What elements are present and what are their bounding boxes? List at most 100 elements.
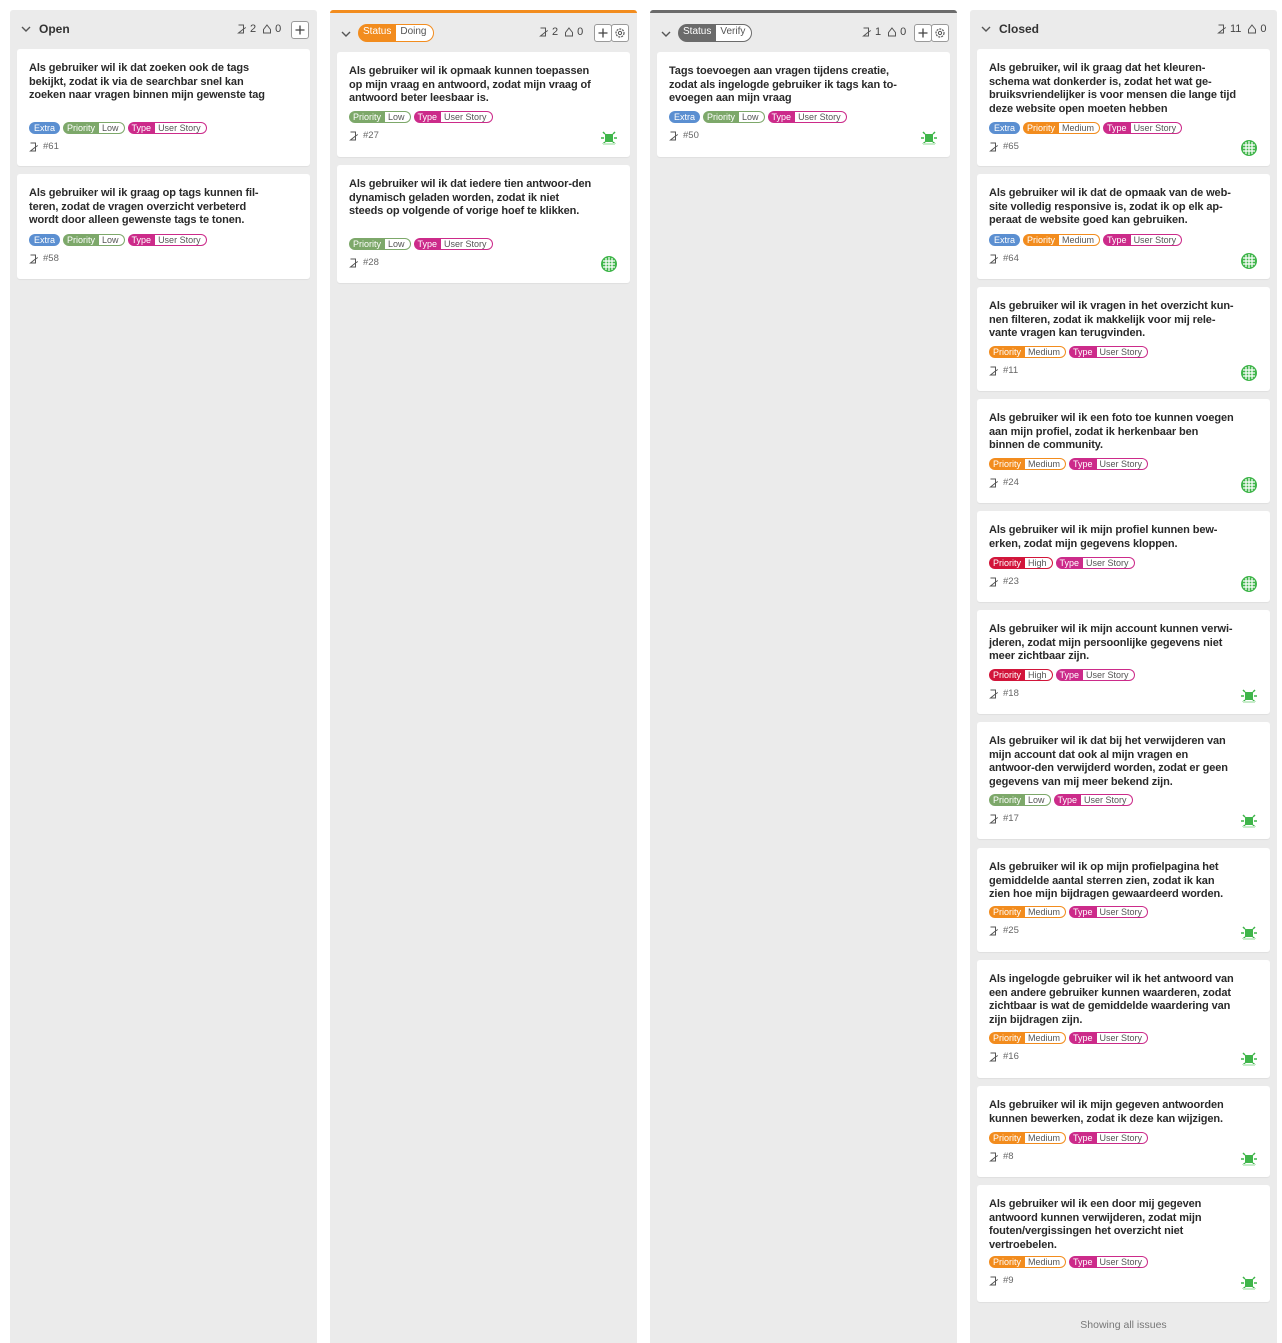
issue-number[interactable]: #18 (1003, 688, 1019, 699)
issue-number[interactable]: #8 (1003, 1151, 1014, 1162)
issue-card[interactable]: Als gebruiker, wil ik graag dat het kleu… (977, 49, 1270, 166)
label-type[interactable]: Type User Story (127, 234, 207, 246)
issue-card[interactable]: Tags toevoegen aan vragen tijdens creati… (657, 52, 950, 157)
assignee-avatar[interactable] (1240, 252, 1258, 270)
label-type[interactable]: Type User Story (767, 111, 847, 123)
label-type[interactable]: Type User Story (1103, 234, 1183, 246)
issue-card[interactable]: Als gebruiker wil ik een foto toe kunnen… (977, 399, 1270, 503)
card-title[interactable]: Als gebruiker wil ik mijn account kunnen… (989, 623, 1236, 664)
issue-card[interactable]: Als gebruiker wil ik op mijn profielpagi… (977, 848, 1270, 952)
issue-card[interactable]: Als gebruiker wil ik mijn account kunnen… (977, 610, 1270, 714)
card-title[interactable]: Als gebruiker wil ik dat zoeken ook de t… (29, 62, 276, 103)
label-priority[interactable]: Priority Low (349, 238, 411, 250)
label-priority[interactable]: Priority Medium (989, 1132, 1067, 1144)
issue-number[interactable]: #17 (1003, 813, 1019, 824)
card-title[interactable]: Als gebruiker wil ik op mijn profielpagi… (989, 861, 1236, 902)
issue-number[interactable]: #27 (363, 130, 379, 141)
label-extra[interactable]: Extra (989, 234, 1021, 246)
label-type[interactable]: Type User Story (1069, 458, 1149, 470)
label-priority[interactable]: Priority Medium (989, 458, 1067, 470)
add-issue-button[interactable] (914, 24, 932, 42)
assignee-avatar[interactable] (1240, 1050, 1258, 1068)
assignee-avatar[interactable] (920, 129, 938, 147)
card-title[interactable]: Als gebruiker wil ik dat de opmaak van d… (989, 187, 1236, 228)
label-priority[interactable]: Priority High (989, 557, 1053, 569)
label-extra[interactable]: Extra (669, 111, 701, 123)
assignee-avatar[interactable] (1240, 139, 1258, 157)
label-priority[interactable]: Priority Medium (989, 906, 1067, 918)
issue-number[interactable]: #58 (43, 253, 59, 264)
assignee-avatar[interactable] (1240, 687, 1258, 705)
label-priority[interactable]: Priority Low (63, 234, 125, 246)
card-title[interactable]: Als gebruiker wil ik graag op tags kunne… (29, 187, 276, 228)
assignee-avatar[interactable] (600, 255, 618, 273)
issue-number[interactable]: #9 (1003, 1275, 1014, 1286)
label-priority[interactable]: Priority Medium (989, 1256, 1067, 1268)
issue-number[interactable]: #25 (1003, 925, 1019, 936)
card-title[interactable]: Als gebruiker wil ik vragen in het overz… (989, 300, 1236, 341)
label-priority[interactable]: Priority Medium (989, 346, 1067, 358)
card-title[interactable]: Als ingelogde gebruiker wil ik het antwo… (989, 973, 1236, 1027)
label-type[interactable]: Type User Story (1053, 794, 1133, 806)
label-type[interactable]: Type User Story (1069, 906, 1149, 918)
issue-number[interactable]: #50 (683, 130, 699, 141)
label-type[interactable]: Type User Story (1069, 346, 1149, 358)
issue-number[interactable]: #16 (1003, 1051, 1019, 1062)
add-issue-button[interactable] (594, 24, 612, 42)
issue-card[interactable]: Als ingelogde gebruiker wil ik het antwo… (977, 960, 1270, 1078)
label-extra[interactable]: Extra (989, 122, 1021, 134)
chevron-down-icon[interactable] (340, 28, 352, 40)
label-type[interactable]: Type User Story (413, 111, 493, 123)
card-title[interactable]: Als gebruiker wil ik mijn gegeven antwoo… (989, 1099, 1236, 1126)
label-extra[interactable]: Extra (29, 122, 61, 134)
assignee-avatar[interactable] (1240, 476, 1258, 494)
issue-card[interactable]: Als gebruiker wil ik dat de opmaak van d… (977, 174, 1270, 279)
issue-card[interactable]: Als gebruiker wil ik dat zoeken ook de t… (17, 49, 310, 166)
column-settings-button[interactable] (931, 24, 949, 42)
assignee-avatar[interactable] (1240, 1274, 1258, 1292)
label-type[interactable]: Type User Story (1069, 1256, 1149, 1268)
card-title[interactable]: Tags toevoegen aan vragen tijdens creati… (669, 65, 916, 106)
label-type[interactable]: Type User Story (1069, 1132, 1149, 1144)
card-title[interactable]: Als gebruiker, wil ik graag dat het kleu… (989, 62, 1236, 116)
label-priority[interactable]: Priority Medium (1023, 234, 1101, 246)
label-type[interactable]: Type User Story (1069, 1032, 1149, 1044)
label-type[interactable]: Type User Story (127, 122, 207, 134)
card-title[interactable]: Als gebruiker wil ik opmaak kunnen toepa… (349, 65, 596, 106)
issue-card[interactable]: Als gebruiker wil ik dat bij het verwijd… (977, 722, 1270, 839)
label-priority[interactable]: Priority Low (63, 122, 125, 134)
issue-number[interactable]: #65 (1003, 141, 1019, 152)
label-type[interactable]: Type User Story (413, 238, 493, 250)
column-settings-button[interactable] (611, 24, 629, 42)
issue-number[interactable]: #28 (363, 257, 379, 268)
chevron-down-icon[interactable] (20, 23, 32, 35)
label-extra[interactable]: Extra (29, 234, 61, 246)
issue-number[interactable]: #61 (43, 141, 59, 152)
label-priority[interactable]: Priority Low (703, 111, 765, 123)
assignee-avatar[interactable] (1240, 924, 1258, 942)
label-type[interactable]: Type User Story (1055, 557, 1135, 569)
issue-card[interactable]: Als gebruiker wil ik dat iedere tien ant… (337, 165, 630, 283)
label-type[interactable]: Type User Story (1055, 669, 1135, 681)
label-type[interactable]: Type User Story (1103, 122, 1183, 134)
label-priority[interactable]: Priority High (989, 669, 1053, 681)
assignee-avatar[interactable] (600, 129, 618, 147)
issue-card[interactable]: Als gebruiker wil ik graag op tags kunne… (17, 174, 310, 279)
assignee-avatar[interactable] (1240, 364, 1258, 382)
issue-card[interactable]: Als gebruiker wil ik een door mij gegeve… (977, 1185, 1270, 1302)
issue-number[interactable]: #64 (1003, 253, 1019, 264)
card-title[interactable]: Als gebruiker wil ik een foto toe kunnen… (989, 412, 1236, 453)
card-title[interactable]: Als gebruiker wil ik dat iedere tien ant… (349, 178, 596, 219)
issue-card[interactable]: Als gebruiker wil ik mijn gegeven antwoo… (977, 1086, 1270, 1177)
issue-number[interactable]: #11 (1003, 365, 1018, 376)
card-title[interactable]: Als gebruiker wil ik dat bij het verwijd… (989, 735, 1236, 789)
issue-card[interactable]: Als gebruiker wil ik vragen in het overz… (977, 287, 1270, 391)
issue-card[interactable]: Als gebruiker wil ik mijn profiel kunnen… (977, 511, 1270, 602)
issue-number[interactable]: #24 (1003, 477, 1019, 488)
card-title[interactable]: Als gebruiker wil ik een door mij gegeve… (989, 1198, 1236, 1252)
label-priority[interactable]: Priority Medium (1023, 122, 1101, 134)
add-issue-button[interactable] (291, 21, 309, 39)
issue-number[interactable]: #23 (1003, 576, 1019, 587)
assignee-avatar[interactable] (1240, 812, 1258, 830)
chevron-down-icon[interactable] (980, 23, 992, 35)
